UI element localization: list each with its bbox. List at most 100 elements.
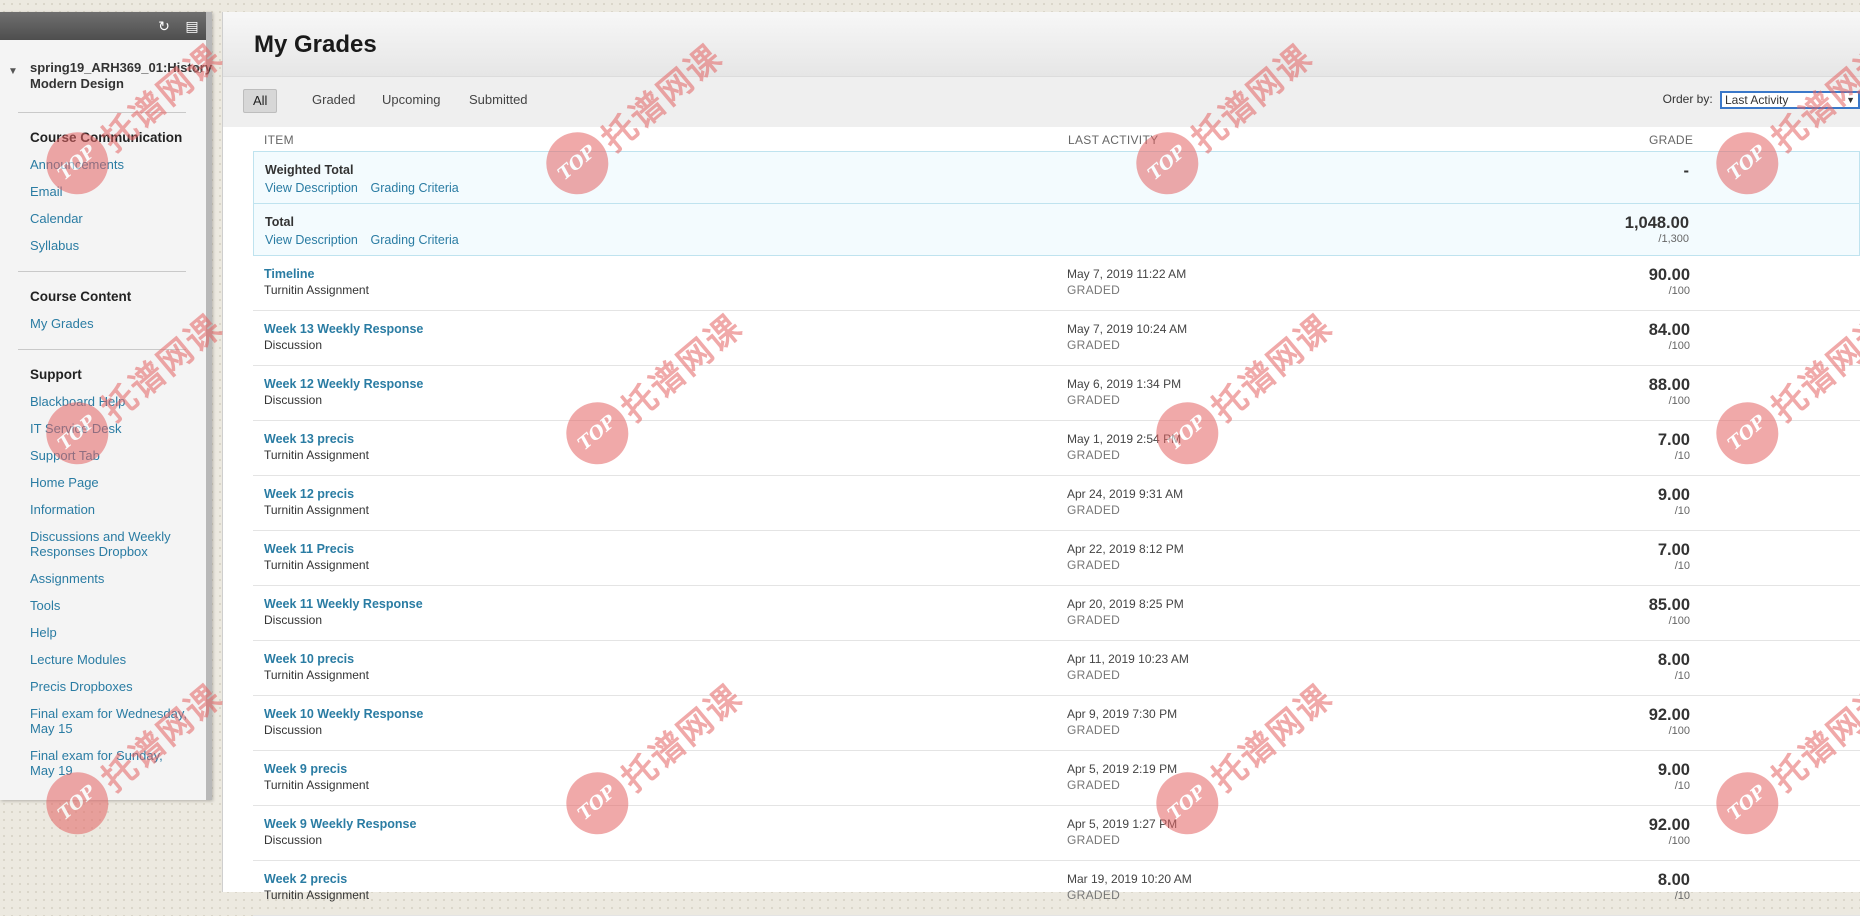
grade-max: /10 <box>1674 560 1690 572</box>
panel-toggle-icon[interactable]: ▤ <box>183 17 201 35</box>
order-by-control: Order by: Last Activity ▼ <box>1663 91 1860 109</box>
total-name: Weighted Total <box>265 163 354 177</box>
menu-link-help[interactable]: Help <box>30 619 190 646</box>
item-type: Turnitin Assignment <box>264 778 369 792</box>
grade-max: /100 <box>1668 395 1690 407</box>
view-description-link[interactable]: View Description <box>265 181 358 195</box>
grade-cell: 9.00/10 <box>1658 761 1690 792</box>
order-by-value: Last Activity <box>1725 93 1789 107</box>
table-row: Week 13 precis Turnitin Assignment May 1, … <box>253 421 1860 476</box>
last-activity-cell: May 7, 2019 10:24 AM GRADED <box>1067 322 1187 352</box>
grade-value: 92.00 <box>1648 706 1690 724</box>
grade-value: 85.00 <box>1648 596 1690 614</box>
grade-max: /10 <box>1674 890 1690 902</box>
column-headers: ITEM LAST ACTIVITY GRADE <box>223 127 1860 151</box>
item-cell: Week 2 precis Turnitin Assignment <box>264 872 369 902</box>
grade-max: /100 <box>1668 725 1690 737</box>
table-row: Week 12 Weekly Response Discussion May 6, … <box>253 366 1860 421</box>
tab-all[interactable]: All <box>243 89 278 113</box>
order-by-select[interactable]: Last Activity ▼ <box>1720 91 1860 109</box>
menu-link-tools[interactable]: Tools <box>30 592 190 619</box>
course-title[interactable]: ▼ spring19_ARH369_01:History Modern Desi… <box>0 40 212 100</box>
item-name-link[interactable]: Week 10 Weekly Response <box>264 707 423 721</box>
menu-link-discussions-dropbox[interactable]: Discussions and Weekly Responses Dropbox <box>30 523 190 565</box>
menu-link-lecture-modules[interactable]: Lecture Modules <box>30 646 190 673</box>
total-row: Total View Description Grading Criteria … <box>253 203 1860 256</box>
menu-link-blackboard-help[interactable]: Blackboard Help <box>30 388 190 415</box>
menu-link-it-service-desk[interactable]: IT Service Desk <box>30 415 190 442</box>
menu-link-precis-dropboxes[interactable]: Precis Dropboxes <box>30 673 190 700</box>
item-name-link[interactable]: Week 13 precis <box>264 432 369 446</box>
tab-upcoming[interactable]: Upcoming <box>373 89 450 111</box>
tab-submitted[interactable]: Submitted <box>460 89 537 111</box>
activity-status: GRADED <box>1067 613 1121 627</box>
item-type: Turnitin Assignment <box>264 668 369 682</box>
menu-link-final-exam-sun[interactable]: Final exam for Sunday, May 19 <box>30 742 190 784</box>
item-name-link[interactable]: Week 13 Weekly Response <box>264 322 423 336</box>
table-row: Timeline Turnitin Assignment May 7, 2019 1… <box>253 256 1860 311</box>
section-heading: Support <box>30 367 82 382</box>
grading-criteria-link[interactable]: Grading Criteria <box>371 233 459 247</box>
column-header-grade: GRADE <box>1649 133 1694 147</box>
course-title-text[interactable]: spring19_ARH369_01:History Modern Design <box>30 60 212 92</box>
activity-date: Apr 24, 2019 9:31 AM <box>1067 487 1184 501</box>
grading-criteria-link[interactable]: Grading Criteria <box>371 181 459 195</box>
item-links: View Description Grading Criteria <box>265 180 468 195</box>
activity-date: May 6, 2019 1:34 PM <box>1067 377 1182 391</box>
item-type: Turnitin Assignment <box>264 448 369 462</box>
item-name-link[interactable]: Timeline <box>264 267 369 281</box>
item-type: Discussion <box>264 393 323 407</box>
grade-value: 8.00 <box>1657 651 1690 669</box>
menu-link-home-page[interactable]: Home Page <box>30 469 190 496</box>
grade-max: /10 <box>1674 670 1690 682</box>
last-activity-cell: Apr 20, 2019 8:25 PM GRADED <box>1067 597 1184 627</box>
item-name-link[interactable]: Week 10 precis <box>264 652 369 666</box>
item-name-link[interactable]: Week 9 Weekly Response <box>264 817 416 831</box>
item-name-link[interactable]: Week 12 Weekly Response <box>264 377 423 391</box>
grade-cell: 85.00/100 <box>1649 596 1690 627</box>
grade-value: 88.00 <box>1648 376 1690 394</box>
menu-link-final-exam-wed[interactable]: Final exam for Wednesday, May 15 <box>30 700 190 742</box>
last-activity-cell: May 7, 2019 11:22 AM GRADED <box>1067 267 1186 297</box>
refresh-icon[interactable]: ↻ <box>155 17 173 35</box>
grade-value: 92.00 <box>1648 816 1690 834</box>
menu-link-support-tab[interactable]: Support Tab <box>30 442 190 469</box>
activity-date: Apr 22, 2019 8:12 PM <box>1067 542 1184 556</box>
item-cell: Weighted Total View Description Grading … <box>265 163 468 195</box>
grade-max: /10 <box>1674 450 1690 462</box>
item-cell: Week 10 precis Turnitin Assignment <box>264 652 369 682</box>
grade-value: 7.00 <box>1657 431 1690 449</box>
menu-link-information[interactable]: Information <box>30 496 190 523</box>
home-icon[interactable]: ⌂ <box>194 60 202 76</box>
divider <box>18 271 186 272</box>
activity-date: Apr 20, 2019 8:25 PM <box>1067 597 1184 611</box>
view-description-link[interactable]: View Description <box>265 233 358 247</box>
menu-link-syllabus[interactable]: Syllabus <box>30 232 190 259</box>
item-name-link[interactable]: Week 11 Weekly Response <box>264 597 423 611</box>
grade-cell: 8.00/10 <box>1658 651 1690 682</box>
table-row: Week 12 precis Turnitin Assignment Apr 24,… <box>253 476 1860 531</box>
item-cell: Week 9 precis Turnitin Assignment <box>264 762 369 792</box>
item-links: View Description Grading Criteria <box>265 232 468 247</box>
grade-max: /10 <box>1674 505 1690 517</box>
grade-cell: 8.00/10 <box>1658 871 1690 902</box>
item-name-link[interactable]: Week 12 precis <box>264 487 369 501</box>
tab-graded[interactable]: Graded <box>303 89 364 111</box>
item-name-link[interactable]: Week 9 precis <box>264 762 369 776</box>
grade-max: /10 <box>1674 780 1690 792</box>
activity-status: GRADED <box>1067 393 1121 407</box>
menu-link-assignments[interactable]: Assignments <box>30 565 190 592</box>
item-cell: Week 13 Weekly Response Discussion <box>264 322 423 352</box>
menu-link-email[interactable]: Email <box>30 178 190 205</box>
menu-link-calendar[interactable]: Calendar <box>30 205 190 232</box>
item-name-link[interactable]: Week 11 Precis <box>264 542 369 556</box>
activity-status: GRADED <box>1067 503 1121 517</box>
course-menu: ↻ ▤ ▼ spring19_ARH369_01:History Modern … <box>0 12 212 800</box>
collapse-arrow-icon[interactable]: ▼ <box>8 64 18 80</box>
item-type: Turnitin Assignment <box>264 558 369 572</box>
item-name-link[interactable]: Week 2 precis <box>264 872 369 886</box>
menu-link-announcements[interactable]: Announcements <box>30 151 190 178</box>
activity-date: Apr 5, 2019 1:27 PM <box>1067 817 1178 831</box>
table-row: Week 11 Weekly Response Discussion Apr 20,… <box>253 586 1860 641</box>
menu-link-my-grades[interactable]: My Grades <box>30 310 190 337</box>
